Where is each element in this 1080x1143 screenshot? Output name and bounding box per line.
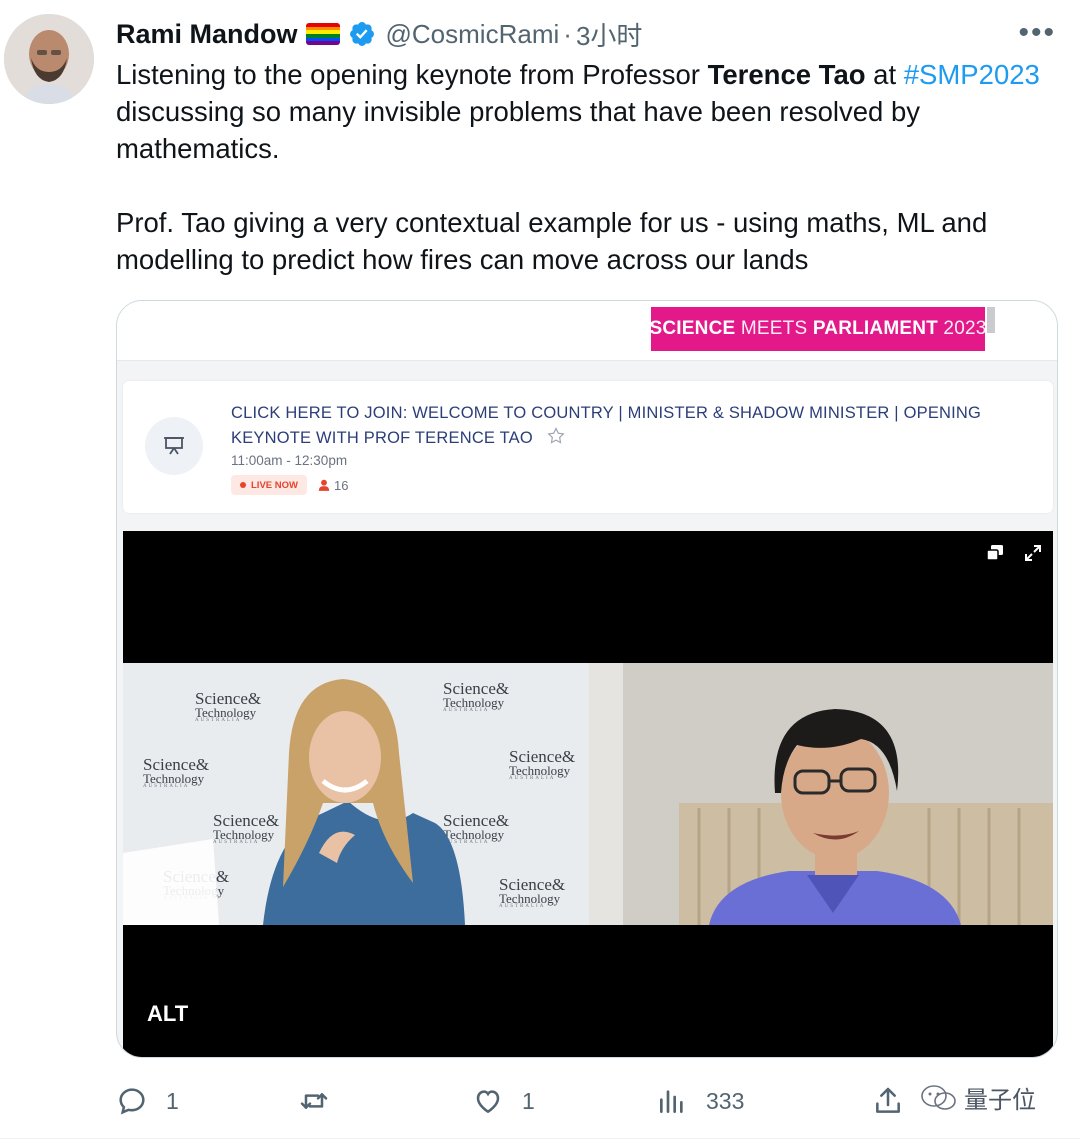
attendee-count: 16 [317, 475, 348, 495]
wechat-logo-icon [921, 1084, 956, 1110]
like-count: 1 [522, 1087, 535, 1114]
alt-text-button[interactable]: ALT [147, 1001, 188, 1027]
session-title[interactable]: CLICK HERE TO JOIN: WELCOME TO COUNTRY |… [231, 401, 1031, 451]
live-now-badge: LIVE NOW [231, 475, 307, 495]
star-icon[interactable] [546, 426, 566, 446]
text-segment: Listening to the opening keynote from Pr… [116, 59, 708, 90]
presentation-icon [145, 417, 203, 475]
tweet-media[interactable]: SCIENCE MEETS PARLIAMENT 2023 CLICK HERE… [116, 300, 1058, 1058]
attendee-number: 16 [334, 477, 349, 493]
reply-button[interactable]: 1 [116, 1076, 179, 1126]
author-name[interactable]: Rami Mandow [116, 19, 298, 50]
reply-count: 1 [166, 1087, 179, 1114]
tweet-timestamp[interactable]: 3小时 [576, 16, 642, 53]
share-button[interactable] [872, 1076, 904, 1126]
verified-badge-icon[interactable] [348, 20, 376, 48]
picture-in-picture-icon[interactable] [985, 543, 1005, 563]
retweet-icon [300, 1093, 328, 1109]
more-options-icon[interactable]: ••• [1018, 18, 1056, 48]
views-button[interactable]: 333 [656, 1076, 744, 1126]
event-banner-badge: SCIENCE MEETS PARLIAMENT 2023 [649, 307, 987, 351]
text-segment: at [865, 59, 904, 90]
tweet-paragraph-1: Listening to the opening keynote from Pr… [116, 56, 1046, 167]
bold-name: Terence Tao [707, 59, 866, 90]
views-count: 333 [706, 1087, 745, 1114]
share-icon [876, 1087, 900, 1113]
hashtag-link[interactable]: #SMP2023 [904, 59, 1040, 90]
banner-year: 2023 [937, 318, 987, 339]
scrollbar [987, 307, 995, 333]
live-label: LIVE NOW [251, 479, 298, 491]
live-dot-icon [240, 482, 246, 488]
video-player[interactable]: Science& Technology AUSTRALIA Science& Tech… [123, 531, 1053, 1057]
session-time: 11:00am - 12:30pm [231, 453, 348, 468]
rainbow-flag-icon [305, 23, 340, 45]
video-feed-speaker [589, 663, 1053, 925]
author-avatar[interactable] [4, 14, 94, 104]
watermark-text: 量子位 [964, 1086, 1036, 1114]
divider [0, 1138, 1080, 1139]
fullscreen-icon[interactable] [1023, 543, 1043, 563]
text-segment: discussing so many invisible problems th… [116, 96, 921, 164]
author-handle[interactable]: @CosmicRami [386, 19, 560, 50]
tweet-paragraph-2: Prof. Tao giving a very contextual examp… [116, 207, 988, 275]
reply-icon [119, 1088, 145, 1115]
views-chart-icon [660, 1090, 683, 1113]
avatar-photo [4, 14, 94, 104]
retweet-button[interactable] [298, 1076, 348, 1126]
person-icon [318, 479, 330, 491]
banner-science: SCIENCE [649, 318, 736, 339]
heart-icon [476, 1090, 500, 1114]
video-feed-host: Science& Technology AUSTRALIA Science& Tech… [123, 663, 589, 925]
session-card[interactable]: CLICK HERE TO JOIN: WELCOME TO COUNTRY |… [123, 381, 1053, 513]
speaker-figure [589, 663, 1053, 925]
wechat-watermark: 量子位 [918, 1080, 1036, 1115]
host-figure [123, 679, 465, 925]
tweet-header: Rami Mandow @CosmicRami · 3小时 [116, 14, 642, 54]
like-button[interactable]: 1 [472, 1076, 535, 1126]
banner-meets: MEETS [735, 318, 813, 339]
tweet-text: Listening to the opening keynote from Pr… [116, 56, 1046, 278]
event-banner-bar: SCIENCE MEETS PARLIAMENT 2023 [117, 301, 1057, 361]
banner-parliament: PARLIAMENT [812, 318, 938, 339]
separator-dot: · [563, 18, 572, 49]
session-title-text: CLICK HERE TO JOIN: WELCOME TO COUNTRY |… [231, 404, 982, 447]
